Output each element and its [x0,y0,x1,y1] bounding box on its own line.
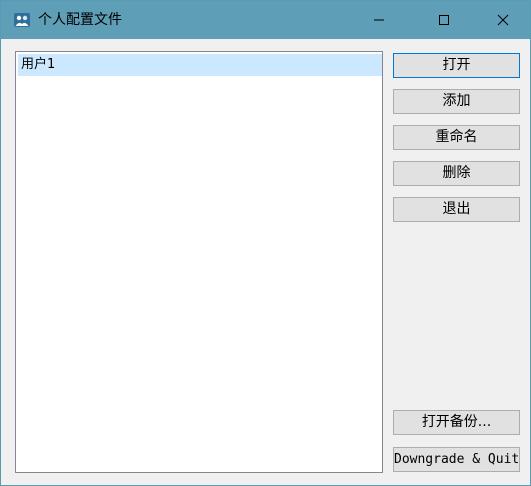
close-icon [497,11,509,30]
downgrade-quit-button[interactable]: Downgrade & Quit [393,447,520,472]
delete-button[interactable]: 删除 [393,161,520,186]
maximize-icon [438,11,450,30]
add-button[interactable]: 添加 [393,89,520,114]
close-button[interactable] [480,1,526,39]
profile-manager-window: 个人配置文件 用户1 打开 添加 重命名 删除 退出 打开备份... Downg… [0,0,531,486]
profile-list[interactable]: 用户1 [15,51,383,473]
app-icon [13,11,31,29]
maximize-button[interactable] [421,1,467,39]
open-button[interactable]: 打开 [393,53,520,78]
exit-button[interactable]: 退出 [393,197,520,222]
minimize-icon [373,11,385,30]
open-backup-button[interactable]: 打开备份... [393,410,520,435]
rename-button[interactable]: 重命名 [393,125,520,150]
list-item[interactable]: 用户1 [18,54,382,76]
title-bar[interactable]: 个人配置文件 [1,1,530,39]
minimize-button[interactable] [356,1,402,39]
window-title: 个人配置文件 [38,12,122,28]
